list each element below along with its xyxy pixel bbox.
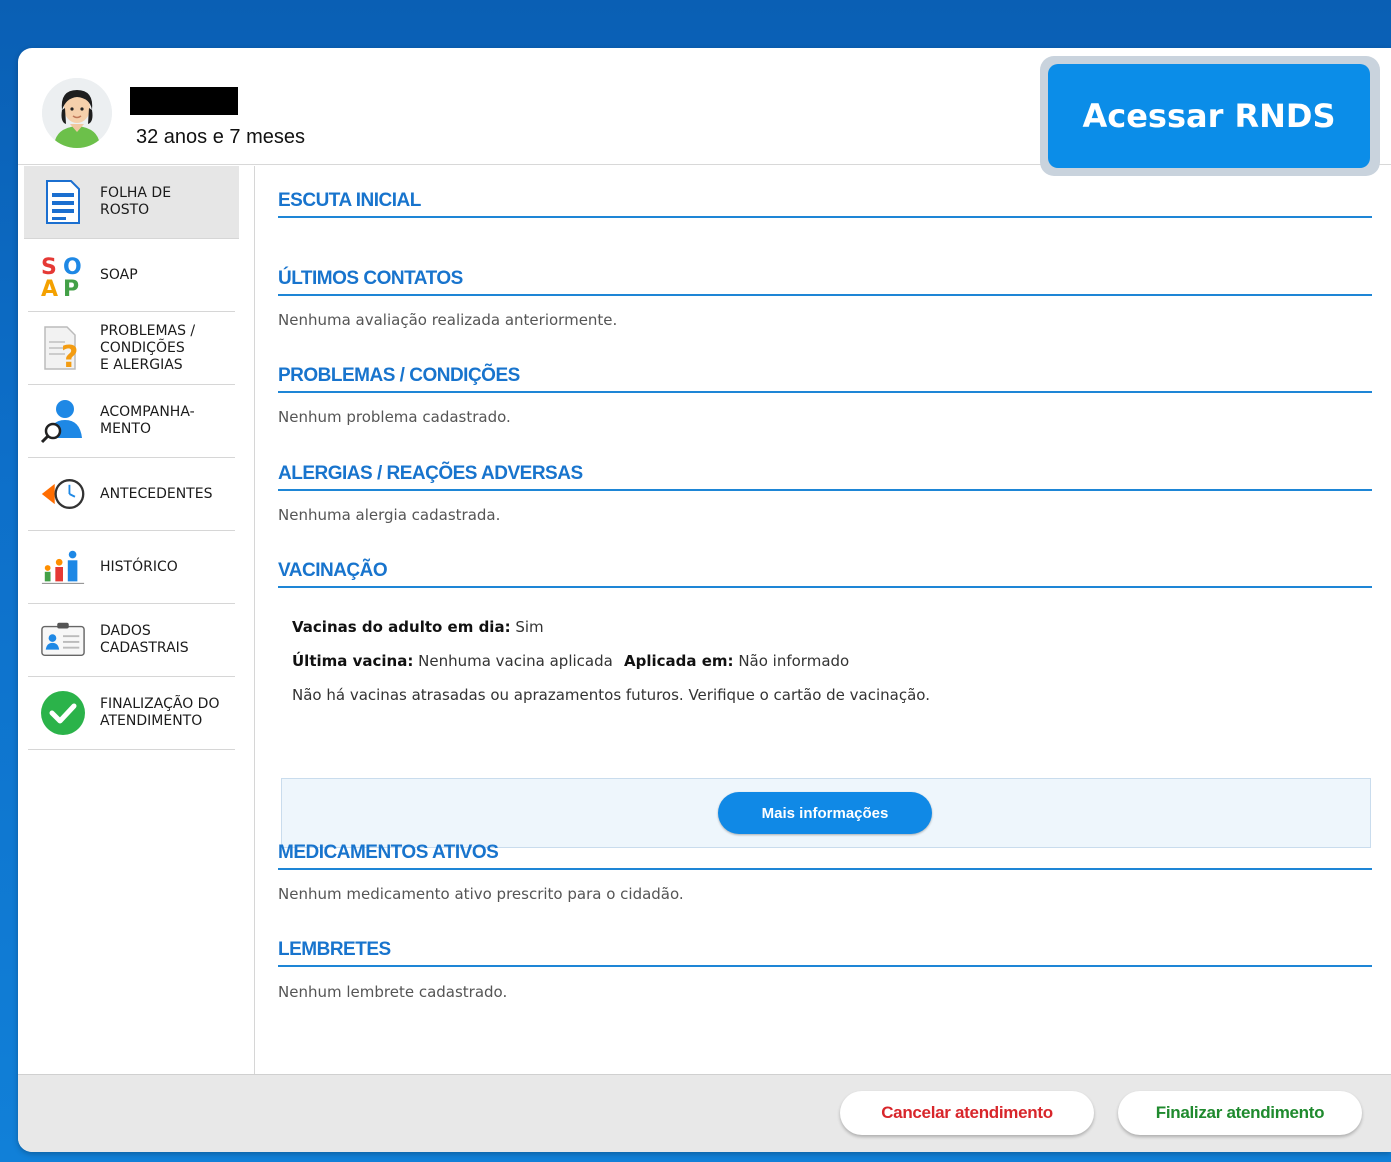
sidebar-item-label: ANTECEDENTES — [100, 485, 213, 502]
section-text-medicamentos: Nenhum medicamento ativo prescrito para … — [278, 885, 684, 903]
vaccine-last-label: Última vacina: — [292, 652, 414, 670]
sidebar-item-finalizacao[interactable]: FINALIZAÇÃO DO ATENDIMENTO — [28, 677, 235, 750]
avatar — [42, 78, 112, 148]
svg-text:A: A — [41, 277, 58, 298]
vaccine-applied-label: Aplicada em: — [624, 652, 734, 670]
patient-header: 32 anos e 7 meses Acessar RNDS — [18, 48, 1391, 176]
sidebar-item-soap[interactable]: S O A P SOAP — [28, 239, 235, 312]
document-icon — [40, 179, 86, 225]
id-card-icon — [40, 617, 86, 663]
rnds-button[interactable]: Acessar RNDS — [1048, 64, 1370, 168]
attendance-panel: 32 anos e 7 meses Acessar RNDS FOLHA DE … — [18, 48, 1391, 1152]
sidebar-item-acompanhamento[interactable]: ACOMPANHA- MENTO — [28, 385, 235, 458]
svg-text:?: ? — [61, 340, 78, 371]
section-text-lembretes: Nenhum lembrete cadastrado. — [278, 983, 508, 1001]
sidebar-divider — [254, 166, 255, 1074]
finish-attendance-button[interactable]: Finalizar atendimento — [1118, 1091, 1362, 1135]
vaccine-adult-label: Vacinas do adulto em dia: — [292, 618, 511, 636]
cancel-attendance-button[interactable]: Cancelar atendimento — [840, 1091, 1094, 1135]
section-text-ultimos-contatos: Nenhuma avaliação realizada anteriorment… — [278, 311, 618, 329]
soap-icon: S O A P — [40, 252, 86, 298]
section-text-alergias: Nenhuma alergia cadastrada. — [278, 506, 501, 524]
patient-name-redacted — [130, 87, 238, 115]
vaccine-note: Não há vacinas atrasadas ou aprazamentos… — [292, 686, 930, 704]
section-title-vacinacao[interactable]: VACINAÇÃO — [278, 560, 1372, 588]
vaccine-last: Última vacina: Nenhuma vacina aplicada — [292, 652, 613, 670]
vaccine-adult-value: Sim — [515, 618, 544, 636]
rnds-button-frame: Acessar RNDS — [1040, 56, 1380, 176]
sidebar-item-folha-de-rosto[interactable]: FOLHA DE ROSTO — [24, 166, 239, 239]
sidebar-item-label: HISTÓRICO — [100, 558, 178, 575]
family-icon — [40, 544, 86, 590]
sidebar-item-antecedentes[interactable]: ANTECEDENTES — [28, 458, 235, 531]
section-title-lembretes[interactable]: LEMBRETES — [278, 939, 1372, 967]
more-info-button[interactable]: Mais informações — [718, 792, 932, 834]
section-title-escuta-inicial[interactable]: ESCUTA INICIAL — [278, 190, 1372, 218]
section-title-ultimos-contatos[interactable]: ÚLTIMOS CONTATOS — [278, 268, 1372, 296]
vaccine-applied: Aplicada em: Não informado — [624, 652, 849, 670]
sidebar-item-historico[interactable]: HISTÓRICO — [28, 531, 235, 604]
sidebar-item-label: SOAP — [100, 266, 138, 283]
vaccine-adult-status: Vacinas do adulto em dia: Sim — [292, 618, 544, 636]
section-title-alergias[interactable]: ALERGIAS / REAÇÕES ADVERSAS — [278, 463, 1372, 491]
sidebar-item-dados-cadastrais[interactable]: DADOS CADASTRAIS — [28, 604, 235, 677]
section-title-medicamentos[interactable]: MEDICAMENTOS ATIVOS — [278, 842, 1372, 870]
question-document-icon: ? — [40, 325, 86, 371]
check-circle-icon — [40, 690, 86, 736]
vaccine-applied-value: Não informado — [738, 652, 850, 670]
sidebar-item-problemas[interactable]: ? PROBLEMAS / CONDIÇÕES E ALERGIAS — [28, 312, 235, 385]
clock-back-icon — [40, 471, 86, 517]
sidebar-item-label: PROBLEMAS / CONDIÇÕES E ALERGIAS — [100, 322, 196, 373]
sidebar: FOLHA DE ROSTO S O A P SOAP ? PROBLEMAS … — [24, 166, 239, 750]
vaccine-info-box: Mais informações — [281, 778, 1371, 848]
sidebar-item-label: ACOMPANHA- MENTO — [100, 404, 195, 437]
section-text-problemas: Nenhum problema cadastrado. — [278, 408, 511, 426]
sidebar-item-label: FINALIZAÇÃO DO ATENDIMENTO — [100, 696, 220, 729]
vaccine-last-value: Nenhuma vacina aplicada — [418, 652, 613, 670]
sidebar-item-label: DADOS CADASTRAIS — [100, 623, 189, 656]
footer-bar: Cancelar atendimento Finalizar atendimen… — [18, 1074, 1391, 1152]
patient-age: 32 anos e 7 meses — [136, 126, 305, 148]
section-title-problemas[interactable]: PROBLEMAS / CONDIÇÕES — [278, 365, 1372, 393]
svg-text:P: P — [63, 277, 79, 298]
sidebar-item-label: FOLHA DE ROSTO — [100, 185, 172, 218]
person-search-icon — [40, 398, 86, 444]
